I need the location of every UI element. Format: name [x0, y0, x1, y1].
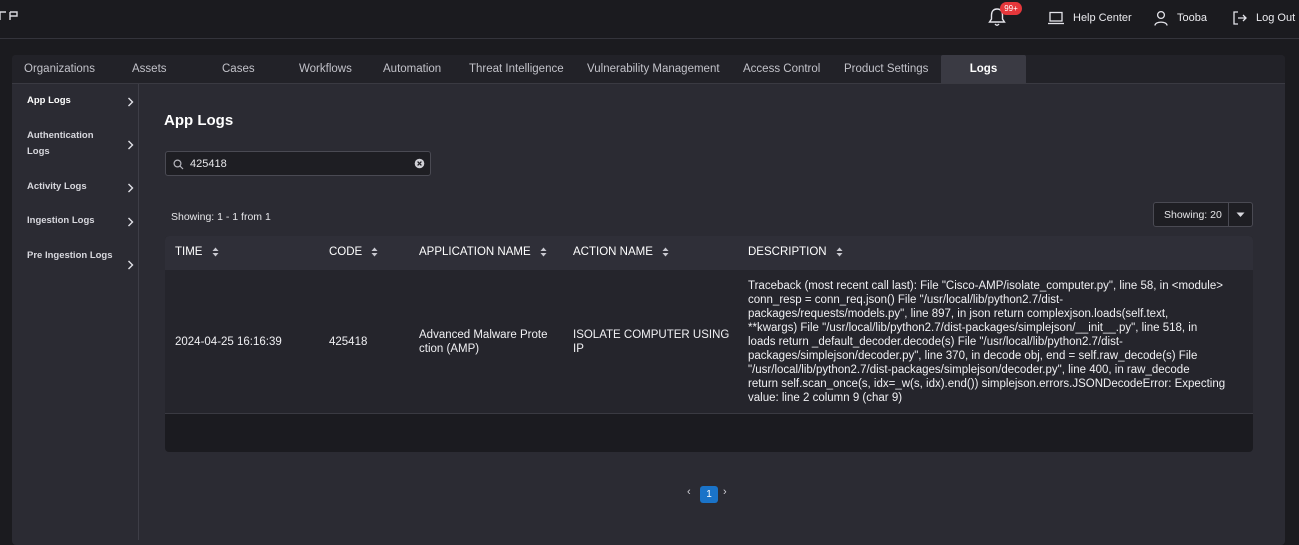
sidebar-item-label: Ingestion Logs [27, 215, 95, 226]
prev-page-button[interactable]: ‹ [687, 486, 691, 498]
notification-badge: 99+ [1000, 2, 1022, 15]
chevron-right-icon [128, 97, 134, 107]
chevron-right-icon [128, 140, 134, 150]
select-divider [1228, 203, 1229, 226]
logs-table: TIME CODE APPLICATION NAME ACTION NAME D… [165, 236, 1253, 452]
cell-application-name: Advanced Malware Prote ction (AMP) [419, 329, 548, 355]
sidebar-item-app-logs[interactable]: App Logs [27, 93, 137, 109]
tab-cases[interactable]: Cases [222, 55, 255, 83]
help-center-label: Help Center [1073, 12, 1132, 24]
logout-button[interactable]: Log Out [1232, 0, 1295, 36]
sidebar: App Logs Authentication Logs Activity Lo… [12, 84, 139, 540]
sidebar-item-label: Authentication Logs [27, 130, 94, 157]
tab-product-settings[interactable]: Product Settings [844, 55, 928, 83]
column-header-code[interactable]: CODE [329, 246, 378, 258]
page-number-current[interactable]: 1 [700, 486, 718, 503]
chevron-right-icon [128, 217, 134, 227]
user-menu[interactable]: Tooba [1153, 0, 1207, 36]
cell-code: 425418 [329, 336, 368, 348]
logout-label: Log Out [1256, 12, 1296, 24]
column-header-description[interactable]: DESCRIPTION [748, 246, 843, 258]
page-size-label: Showing: 20 [1164, 209, 1222, 221]
sidebar-item-pre-ingestion-logs[interactable]: Pre Ingestion Logs [27, 248, 134, 270]
sort-icon [371, 247, 378, 257]
sidebar-item-label: Activity Logs [27, 181, 87, 192]
top-bar: 99+ Help Center Tooba Log Out [0, 0, 1299, 39]
table-row[interactable]: 2024-04-25 16:16:39 425418 Advanced Malw… [165, 270, 1253, 414]
sidebar-item-label: Pre Ingestion Logs [27, 250, 113, 261]
page-size-select[interactable]: Showing: 20 [1153, 202, 1253, 227]
column-header-application-name[interactable]: APPLICATION NAME [419, 246, 547, 258]
tab-access-control[interactable]: Access Control [743, 55, 820, 83]
page-title: App Logs [164, 112, 234, 129]
tab-threat-intelligence[interactable]: Threat Intelligence [469, 55, 564, 83]
tab-workflows[interactable]: Workflows [299, 55, 352, 83]
chevron-right-icon [128, 183, 134, 193]
tab-logs[interactable]: Logs [941, 55, 1026, 83]
help-center-link[interactable]: Help Center [1047, 0, 1132, 36]
cell-action-name: ISOLATE COMPUTER USING IP [573, 329, 730, 355]
tab-automation[interactable]: Automation [383, 55, 441, 83]
results-count: Showing: 1 - 1 from 1 [171, 211, 271, 223]
sidebar-item-label: App Logs [27, 95, 71, 106]
column-header-time[interactable]: TIME [175, 246, 219, 258]
sidebar-item-activity-logs[interactable]: Activity Logs [27, 179, 137, 195]
sort-icon [212, 247, 219, 257]
user-name: Tooba [1177, 12, 1207, 24]
user-icon [1154, 10, 1168, 26]
search-icon [173, 159, 184, 170]
cell-time: 2024-04-25 16:16:39 [175, 336, 282, 348]
column-header-action-name[interactable]: ACTION NAME [573, 246, 669, 258]
chevron-down-icon [1236, 212, 1245, 217]
chevron-right-icon [128, 260, 134, 270]
cell-description: Traceback (most recent call last): File … [748, 280, 1226, 404]
tab-assets[interactable]: Assets [132, 55, 167, 83]
sidebar-item-ingestion-logs[interactable]: Ingestion Logs [27, 213, 137, 229]
tab-organizations[interactable]: Organizations [24, 55, 95, 83]
table-header: TIME CODE APPLICATION NAME ACTION NAME D… [165, 236, 1253, 270]
search-input[interactable] [190, 155, 410, 172]
sort-icon [662, 247, 669, 257]
sort-icon [540, 247, 547, 257]
logo-icon [0, 11, 18, 20]
tab-vulnerability-management[interactable]: Vulnerability Management [587, 55, 720, 83]
sort-icon [836, 247, 843, 257]
clear-search-icon[interactable] [414, 158, 425, 169]
tab-bar: Organizations Assets Cases Workflows Aut… [12, 55, 1285, 84]
search-field[interactable] [165, 151, 431, 176]
sidebar-item-authentication-logs[interactable]: Authentication Logs [27, 128, 134, 160]
logout-icon [1233, 11, 1247, 25]
laptop-icon [1048, 11, 1064, 25]
next-page-button[interactable]: › [723, 486, 727, 498]
